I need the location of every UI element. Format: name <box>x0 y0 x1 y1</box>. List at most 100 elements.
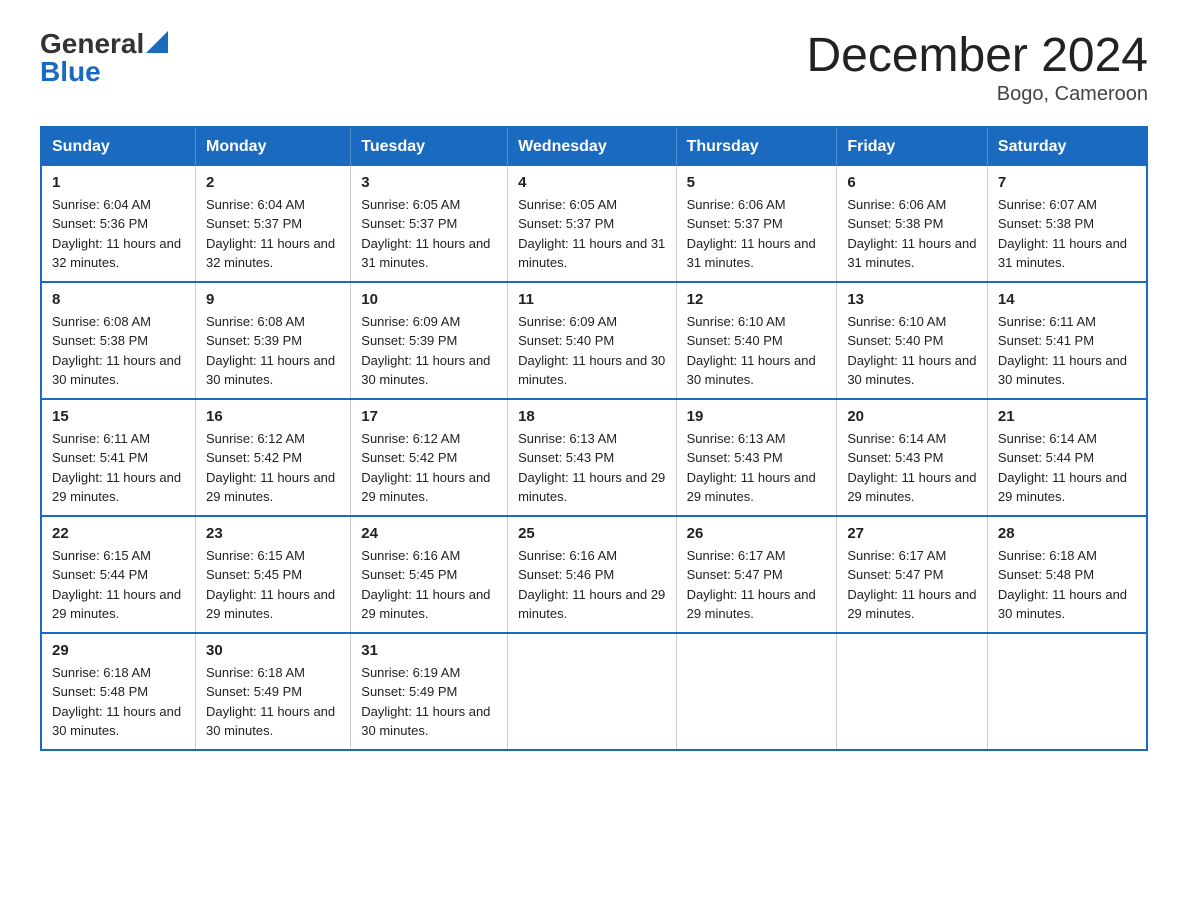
day-info: Sunrise: 6:14 AMSunset: 5:44 PMDaylight:… <box>998 429 1136 507</box>
calendar-week-row: 8Sunrise: 6:08 AMSunset: 5:38 PMDaylight… <box>41 282 1147 399</box>
day-info: Sunrise: 6:15 AMSunset: 5:45 PMDaylight:… <box>206 546 340 624</box>
calendar-cell: 7 Sunrise: 6:07 AMSunset: 5:38 PMDaylight… <box>987 166 1147 282</box>
day-info: Sunrise: 6:18 AMSunset: 5:48 PMDaylight:… <box>998 546 1136 624</box>
day-info: Sunrise: 6:18 AMSunset: 5:49 PMDaylight:… <box>206 663 340 741</box>
calendar-week-row: 29 Sunrise: 6:18 AMSunset: 5:48 PMDayligh… <box>41 633 1147 750</box>
calendar-cell: 18 Sunrise: 6:13 AMSunset: 5:43 PMDayligh… <box>508 399 677 516</box>
calendar-cell: 21 Sunrise: 6:14 AMSunset: 5:44 PMDayligh… <box>987 399 1147 516</box>
title-block: December 2024 Bogo, Cameroon <box>806 30 1148 106</box>
day-info: Sunrise: 6:18 AMSunset: 5:48 PMDaylight:… <box>52 663 185 741</box>
day-number: 30 <box>206 642 340 659</box>
day-number: 17 <box>361 408 497 425</box>
day-info: Sunrise: 6:06 AMSunset: 5:37 PMDaylight:… <box>687 195 827 273</box>
day-info: Sunrise: 6:07 AMSunset: 5:38 PMDaylight:… <box>998 195 1136 273</box>
day-number: 7 <box>998 174 1136 191</box>
day-info: Sunrise: 6:12 AMSunset: 5:42 PMDaylight:… <box>206 429 340 507</box>
calendar-table: Sunday Monday Tuesday Wednesday Thursday… <box>40 126 1148 751</box>
logo-general-text: General <box>40 30 144 58</box>
calendar-cell: 20Sunrise: 6:14 AMSunset: 5:43 PMDayligh… <box>837 399 988 516</box>
day-number: 19 <box>687 408 827 425</box>
day-info: Sunrise: 6:05 AMSunset: 5:37 PMDaylight:… <box>518 195 666 273</box>
calendar-header: Sunday Monday Tuesday Wednesday Thursday… <box>41 127 1147 166</box>
calendar-cell: 30 Sunrise: 6:18 AMSunset: 5:49 PMDayligh… <box>196 633 351 750</box>
header-friday: Friday <box>837 127 988 166</box>
day-number: 2 <box>206 174 340 191</box>
day-number: 14 <box>998 291 1136 308</box>
calendar-cell: 23 Sunrise: 6:15 AMSunset: 5:45 PMDayligh… <box>196 516 351 633</box>
calendar-cell: 28Sunrise: 6:18 AMSunset: 5:48 PMDayligh… <box>987 516 1147 633</box>
calendar-cell <box>676 633 837 750</box>
calendar-cell: 14 Sunrise: 6:11 AMSunset: 5:41 PMDayligh… <box>987 282 1147 399</box>
day-info: Sunrise: 6:19 AMSunset: 5:49 PMDaylight:… <box>361 663 497 741</box>
day-info: Sunrise: 6:13 AMSunset: 5:43 PMDaylight:… <box>518 429 666 507</box>
day-number: 5 <box>687 174 827 191</box>
day-number: 21 <box>998 408 1136 425</box>
calendar-cell <box>837 633 988 750</box>
calendar-cell: 15 Sunrise: 6:11 AMSunset: 5:41 PMDayligh… <box>41 399 196 516</box>
day-info: Sunrise: 6:10 AMSunset: 5:40 PMDaylight:… <box>687 312 827 390</box>
calendar-subtitle: Bogo, Cameroon <box>806 83 1148 106</box>
calendar-cell <box>508 633 677 750</box>
calendar-cell: 8Sunrise: 6:08 AMSunset: 5:38 PMDaylight… <box>41 282 196 399</box>
day-number: 22 <box>52 525 185 542</box>
day-number: 4 <box>518 174 666 191</box>
day-info: Sunrise: 6:04 AMSunset: 5:37 PMDaylight:… <box>206 195 340 273</box>
calendar-cell: 31 Sunrise: 6:19 AMSunset: 5:49 PMDayligh… <box>351 633 508 750</box>
header-row: Sunday Monday Tuesday Wednesday Thursday… <box>41 127 1147 166</box>
day-number: 31 <box>361 642 497 659</box>
calendar-cell: 26Sunrise: 6:17 AMSunset: 5:47 PMDayligh… <box>676 516 837 633</box>
calendar-cell: 5 Sunrise: 6:06 AMSunset: 5:37 PMDaylight… <box>676 166 837 282</box>
calendar-title: December 2024 <box>806 30 1148 83</box>
calendar-cell: 10Sunrise: 6:09 AMSunset: 5:39 PMDayligh… <box>351 282 508 399</box>
day-number: 16 <box>206 408 340 425</box>
calendar-week-row: 15 Sunrise: 6:11 AMSunset: 5:41 PMDayligh… <box>41 399 1147 516</box>
header-monday: Monday <box>196 127 351 166</box>
day-info: Sunrise: 6:16 AMSunset: 5:45 PMDaylight:… <box>361 546 497 624</box>
day-info: Sunrise: 6:11 AMSunset: 5:41 PMDaylight:… <box>998 312 1136 390</box>
calendar-cell: 17 Sunrise: 6:12 AMSunset: 5:42 PMDayligh… <box>351 399 508 516</box>
calendar-cell: 22 Sunrise: 6:15 AMSunset: 5:44 PMDayligh… <box>41 516 196 633</box>
calendar-cell: 2 Sunrise: 6:04 AMSunset: 5:37 PMDaylight… <box>196 166 351 282</box>
calendar-cell: 11Sunrise: 6:09 AMSunset: 5:40 PMDayligh… <box>508 282 677 399</box>
calendar-cell: 12 Sunrise: 6:10 AMSunset: 5:40 PMDayligh… <box>676 282 837 399</box>
day-number: 20 <box>847 408 977 425</box>
day-number: 15 <box>52 408 185 425</box>
calendar-cell: 9Sunrise: 6:08 AMSunset: 5:39 PMDaylight… <box>196 282 351 399</box>
day-info: Sunrise: 6:17 AMSunset: 5:47 PMDaylight:… <box>687 546 827 624</box>
calendar-cell: 27 Sunrise: 6:17 AMSunset: 5:47 PMDayligh… <box>837 516 988 633</box>
day-info: Sunrise: 6:15 AMSunset: 5:44 PMDaylight:… <box>52 546 185 624</box>
calendar-cell: 1Sunrise: 6:04 AMSunset: 5:36 PMDaylight… <box>41 166 196 282</box>
day-info: Sunrise: 6:10 AMSunset: 5:40 PMDaylight:… <box>847 312 977 390</box>
logo-blue-text: Blue <box>40 56 101 87</box>
calendar-cell: 16 Sunrise: 6:12 AMSunset: 5:42 PMDayligh… <box>196 399 351 516</box>
day-info: Sunrise: 6:04 AMSunset: 5:36 PMDaylight:… <box>52 195 185 273</box>
day-number: 18 <box>518 408 666 425</box>
day-info: Sunrise: 6:05 AMSunset: 5:37 PMDaylight:… <box>361 195 497 273</box>
day-info: Sunrise: 6:06 AMSunset: 5:38 PMDaylight:… <box>847 195 977 273</box>
day-number: 23 <box>206 525 340 542</box>
day-info: Sunrise: 6:09 AMSunset: 5:40 PMDaylight:… <box>518 312 666 390</box>
calendar-week-row: 22 Sunrise: 6:15 AMSunset: 5:44 PMDayligh… <box>41 516 1147 633</box>
day-info: Sunrise: 6:11 AMSunset: 5:41 PMDaylight:… <box>52 429 185 507</box>
calendar-cell: 24 Sunrise: 6:16 AMSunset: 5:45 PMDayligh… <box>351 516 508 633</box>
day-number: 12 <box>687 291 827 308</box>
header-thursday: Thursday <box>676 127 837 166</box>
day-number: 24 <box>361 525 497 542</box>
day-info: Sunrise: 6:08 AMSunset: 5:39 PMDaylight:… <box>206 312 340 390</box>
calendar-cell: 4 Sunrise: 6:05 AMSunset: 5:37 PMDaylight… <box>508 166 677 282</box>
day-info: Sunrise: 6:08 AMSunset: 5:38 PMDaylight:… <box>52 312 185 390</box>
day-info: Sunrise: 6:12 AMSunset: 5:42 PMDaylight:… <box>361 429 497 507</box>
header-tuesday: Tuesday <box>351 127 508 166</box>
calendar-cell <box>987 633 1147 750</box>
calendar-body: 1Sunrise: 6:04 AMSunset: 5:36 PMDaylight… <box>41 166 1147 750</box>
day-number: 27 <box>847 525 977 542</box>
day-number: 29 <box>52 642 185 659</box>
day-number: 6 <box>847 174 977 191</box>
calendar-cell: 29 Sunrise: 6:18 AMSunset: 5:48 PMDayligh… <box>41 633 196 750</box>
day-info: Sunrise: 6:17 AMSunset: 5:47 PMDaylight:… <box>847 546 977 624</box>
day-number: 25 <box>518 525 666 542</box>
header-saturday: Saturday <box>987 127 1147 166</box>
day-info: Sunrise: 6:16 AMSunset: 5:46 PMDaylight:… <box>518 546 666 624</box>
header-wednesday: Wednesday <box>508 127 677 166</box>
calendar-cell: 25 Sunrise: 6:16 AMSunset: 5:46 PMDayligh… <box>508 516 677 633</box>
